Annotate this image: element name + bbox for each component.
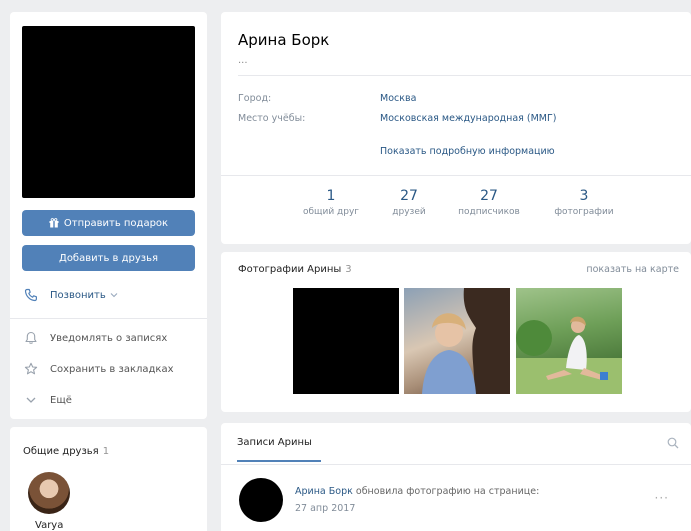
stat-friends[interactable]: 27 друзей — [364, 188, 454, 217]
stat-label: подписчиков — [458, 207, 520, 217]
bookmark-button[interactable]: Сохранить в закладках — [24, 362, 174, 376]
stat-number: 3 — [579, 188, 589, 204]
common-friends-card: Общие друзья 1 Varya — [10, 427, 207, 531]
tab-wall-posts[interactable]: Записи Арины — [237, 437, 321, 462]
post-date[interactable]: 27 апр 2017 — [295, 503, 355, 514]
friend-avatar[interactable] — [28, 472, 70, 514]
post-action-text: обновила фотографию на странице: — [355, 486, 540, 497]
profile-divider — [238, 75, 691, 76]
star-icon — [24, 362, 38, 375]
status-text[interactable]: ... — [238, 55, 248, 66]
profile-divider — [221, 175, 691, 176]
city-link[interactable]: Москва — [380, 93, 416, 104]
send-gift-button[interactable]: Отправить подарок — [22, 210, 195, 236]
notify-posts-button[interactable]: Уведомлять о записях — [24, 331, 167, 345]
profile-info-card: Арина Борк ... Город: Москва Место учёбы… — [221, 12, 691, 244]
page-title: Арина Борк — [238, 31, 330, 49]
stat-number: 27 — [480, 188, 498, 204]
photo-thumbnail[interactable] — [293, 288, 399, 394]
photos-heading: Фотографии Арины — [238, 264, 342, 275]
photo-girl-garden-image — [516, 316, 622, 394]
add-friend-label: Добавить в друзья — [59, 252, 158, 264]
common-friends-count: 1 — [102, 446, 110, 457]
photo-thumbnail[interactable] — [404, 288, 510, 394]
stat-label: общий друг — [302, 207, 360, 217]
search-icon[interactable] — [667, 437, 679, 449]
stat-label: друзей — [392, 207, 426, 217]
stat-followers[interactable]: 27 подписчиков — [444, 188, 534, 217]
photos-count: 3 — [345, 264, 352, 275]
stat-photos[interactable]: 3 фотографии — [539, 188, 629, 217]
photos-card: Фотографии Арины 3 показать на карте — [221, 252, 691, 412]
city-label: Город: — [238, 93, 272, 104]
profile-side-card: Отправить подарок Добавить в друзья Позв… — [10, 12, 207, 419]
more-label: Ещё — [50, 394, 72, 406]
bell-icon — [25, 331, 37, 344]
call-label: Позвонить — [50, 289, 106, 301]
chevron-down-icon — [110, 293, 118, 298]
chevron-down-icon — [26, 397, 36, 403]
post-author-avatar[interactable] — [239, 478, 283, 522]
side-divider — [10, 318, 207, 319]
stat-number: 1 — [326, 188, 336, 204]
notify-label: Уведомлять о записях — [50, 332, 168, 344]
common-friends-heading: Общие друзья — [23, 446, 99, 457]
study-link[interactable]: Московская международная (ММГ) — [380, 113, 556, 124]
wall-card: Записи Арины Арина Борк обновила фотогра… — [221, 423, 691, 531]
common-friends-title[interactable]: Общие друзья 1 — [23, 446, 109, 457]
bookmark-label: Сохранить в закладках — [50, 363, 174, 375]
stat-number: 27 — [400, 188, 418, 204]
friend-name[interactable]: Varya — [35, 520, 63, 531]
gift-icon — [49, 218, 59, 228]
profile-photo[interactable] — [22, 26, 195, 198]
phone-icon — [24, 288, 37, 302]
study-label: Место учёбы: — [238, 113, 306, 124]
show-on-map-link[interactable]: показать на карте — [586, 264, 679, 275]
show-details-link[interactable]: Показать подробную информацию — [380, 146, 555, 157]
more-actions-button[interactable]: Ещё — [24, 393, 72, 407]
stat-label: фотографии — [554, 207, 614, 217]
post-header: Арина Борк обновила фотографию на страни… — [295, 486, 539, 497]
send-gift-label: Отправить подарок — [63, 217, 169, 229]
photos-title[interactable]: Фотографии Арины 3 — [238, 264, 352, 275]
photo-girl-horse-image — [422, 288, 510, 394]
call-button[interactable]: Позвонить — [24, 288, 118, 302]
add-friend-button[interactable]: Добавить в друзья — [22, 245, 195, 271]
post-author-link[interactable]: Арина Борк — [295, 486, 353, 497]
stat-common-friends[interactable]: 1 общий друг — [286, 188, 376, 217]
post-more-button[interactable]: ··· — [655, 491, 669, 505]
photo-thumbnail[interactable] — [516, 288, 622, 394]
wall-divider — [221, 464, 691, 465]
